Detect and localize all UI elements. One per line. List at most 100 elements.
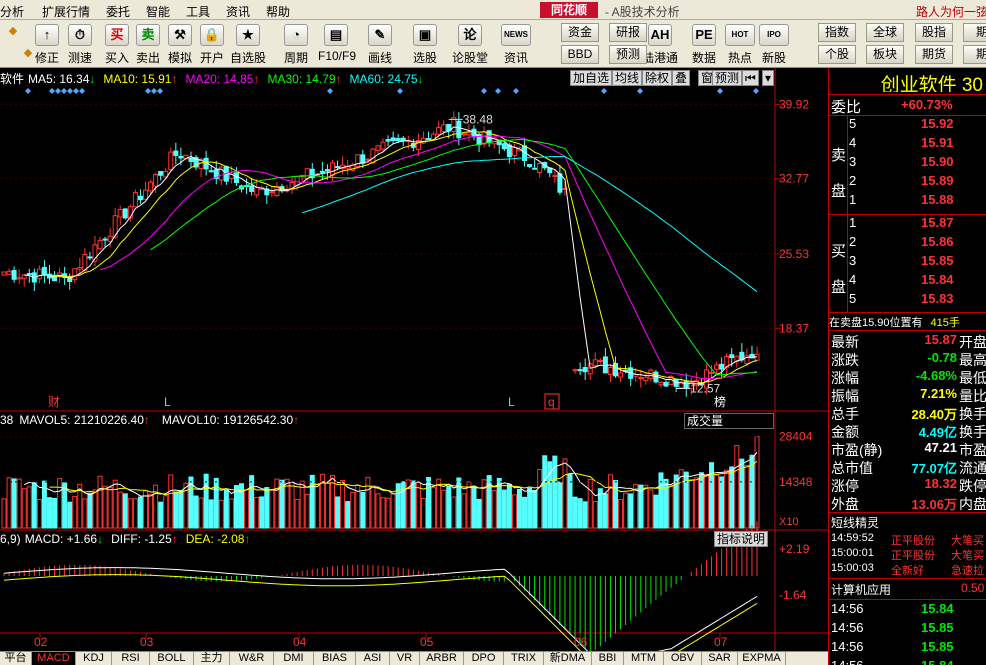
quick-button-0[interactable]: 资金 [561,23,599,42]
tab-11[interactable]: ARBR [420,652,464,665]
event-diamond-icon[interactable] [637,88,643,94]
tab-16[interactable]: MTM [624,652,664,665]
buy-price[interactable]: 15.84 [921,272,954,287]
sell-price[interactable]: 15.92 [921,116,954,131]
quick-button-10[interactable]: 期货 [915,45,953,64]
tab-7[interactable]: DMI [274,652,314,665]
toolbar-button-3[interactable]: 卖卖出 [130,22,166,66]
tab-3[interactable]: RSI [112,652,150,665]
buy-price[interactable]: 15.85 [921,253,954,268]
indicator-help-button[interactable]: 指标说明 [714,531,769,547]
event-diamond-icon[interactable] [55,88,61,94]
toolbar-button-16[interactable]: IPO 新股 [756,22,792,66]
quick-button-9[interactable]: 板块 [866,45,904,64]
menu-item-help[interactable]: 帮助 [266,3,290,20]
tab-9[interactable]: ASI [356,652,390,665]
event-diamond-icon[interactable] [327,88,333,94]
tab-6[interactable]: W&R [230,652,274,665]
event-diamond-icon[interactable] [481,88,487,94]
tab-19[interactable]: EXPMA [738,652,786,665]
event-diamond-icon[interactable] [49,88,55,94]
tab-10[interactable]: VR [390,652,420,665]
tab-17[interactable]: OBV [664,652,702,665]
chart-button-3[interactable]: 叠 [672,70,691,86]
event-diamond-icon[interactable] [157,88,163,94]
toolbar-button-0[interactable]: ↑ 修正 [29,22,65,66]
event-marker-0[interactable]: 财 [48,395,60,409]
chart-button-2[interactable]: 除权 [642,70,673,86]
event-marker-4[interactable]: 榜 [714,394,726,409]
tab-5[interactable]: 主力 [194,652,230,665]
tab-1[interactable]: MACD [32,652,76,665]
event-marker-3[interactable]: q [548,395,555,409]
menu-item-news[interactable]: 资讯 [226,3,250,20]
tab-18[interactable]: SAR [702,652,738,665]
chart-button-5[interactable]: 预测 [712,70,743,86]
tab-13[interactable]: TRIX [504,652,544,665]
nav-up-icon[interactable]: ◆ [5,24,21,40]
toolbar-button-15[interactable]: HOT 热点 [722,22,758,66]
short-line-title[interactable]: 短线精灵 [829,514,986,532]
tab-2[interactable]: KDJ [76,652,112,665]
quick-button-3[interactable]: 预测 [609,45,647,64]
chart-button-1[interactable]: 均线 [612,70,643,86]
chart-button-7[interactable]: ▾ [762,70,775,86]
event-diamond-icon[interactable] [25,88,31,94]
tab-4[interactable]: BOLL [150,652,194,665]
menu-item-extended-quotes[interactable]: 扩展行情 [42,3,90,20]
toolbar-button-9[interactable]: ✎ 画线 [362,22,398,66]
event-diamond-icon[interactable] [495,88,501,94]
event-marker-2[interactable]: L [508,395,515,409]
toolbar-button-7[interactable]: ◔ 周期 [278,22,314,66]
sell-price[interactable]: 15.88 [921,192,954,207]
toolbar-button-6[interactable]: ★ 自选股 [230,22,266,66]
event-diamond-icon[interactable] [67,88,73,94]
chart-canvas[interactable]: 39.92 32.77 25.53 18.37 38.48 12.57 财 L Lq 榜 28404… [0,68,828,651]
tab-14[interactable]: 新DMA [544,652,592,665]
user-name[interactable]: 路人为何一弦 [916,3,986,20]
toolbar-button-14[interactable]: PE 数据 [686,22,722,66]
sector-row[interactable]: 计算机应用 0.50 [829,581,986,599]
sell-price[interactable]: 15.89 [921,173,954,188]
quick-button-4[interactable]: 指数 [818,23,856,42]
menu-item-smart[interactable]: 智能 [146,3,170,20]
quick-button-8[interactable]: 个股 [818,45,856,64]
chart-button-6[interactable]: ⏮ [742,70,759,86]
quick-button-1[interactable]: 研报 [609,23,647,42]
buy-price[interactable]: 15.86 [921,234,954,249]
toolbar-button-11[interactable]: 论论股堂 [452,22,488,66]
tab-8[interactable]: BIAS [314,652,356,665]
chart-button-0[interactable]: 加自选 [570,70,613,86]
toolbar-button-12[interactable]: NEWS 资讯 [498,22,534,66]
volume-indicator-button[interactable]: 成交量 [684,413,774,429]
menu-item-tools[interactable]: 工具 [186,3,210,20]
event-diamond-icon[interactable] [73,88,79,94]
quick-button-5[interactable]: 全球 [866,23,904,42]
tab-0[interactable]: 平台 [0,652,32,665]
toolbar-button-4[interactable]: ⚒ 模拟 [162,22,198,66]
sell-price[interactable]: 15.90 [921,154,954,169]
quick-button-6[interactable]: 股指 [915,23,953,42]
toolbar-button-8[interactable]: ▤ F10/F9 [318,22,356,66]
event-diamond-icon[interactable] [513,88,519,94]
menu-item-order[interactable]: 委托 [106,3,130,20]
menu-item-analysis[interactable]: 分析 [0,3,24,20]
event-marker-1[interactable]: L [164,395,171,409]
buy-price[interactable]: 15.87 [921,215,954,230]
buy-price[interactable]: 15.83 [921,291,954,306]
toolbar-button-1[interactable]: ⏱ 测速 [62,22,98,66]
event-diamond-icon[interactable] [151,88,157,94]
sell-price[interactable]: 15.91 [921,135,954,150]
event-diamond-icon[interactable] [717,88,723,94]
kline-chart-area[interactable]: 39.92 32.77 25.53 18.37 38.48 12.57 财 L Lq 榜 28404… [0,68,828,651]
quick-button-11[interactable]: 期 [963,45,986,64]
event-diamond-icon[interactable] [601,88,607,94]
event-diamond-icon[interactable] [79,88,85,94]
quick-button-7[interactable]: 期 [963,23,986,42]
event-diamond-icon[interactable] [61,88,67,94]
tab-15[interactable]: BBI [592,652,624,665]
event-diamond-icon[interactable] [397,88,403,94]
quick-button-2[interactable]: BBD [561,45,599,64]
toolbar-button-10[interactable]: ▣ 选股 [407,22,443,66]
tab-12[interactable]: DPO [464,652,504,665]
